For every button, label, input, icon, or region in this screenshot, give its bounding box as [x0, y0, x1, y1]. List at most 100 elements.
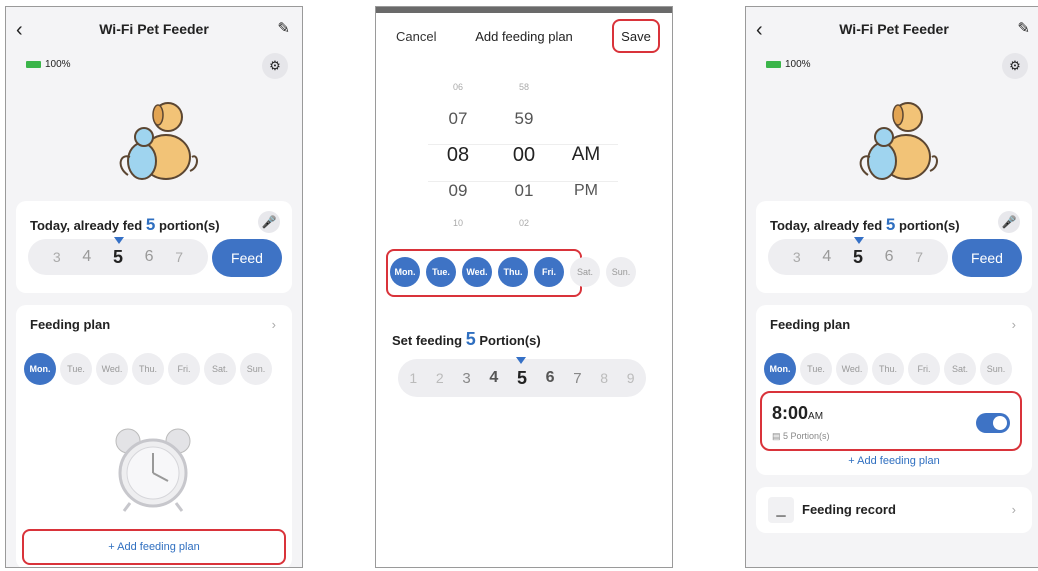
repeat-day-selector: Mon. Tue. Wed. Thu. Fri. Sat. Sun. [390, 257, 636, 287]
minute-wheel[interactable]: 58 59 00 01 02 [506, 73, 542, 237]
battery-status: 100% [26, 59, 71, 70]
battery-icon [766, 61, 781, 68]
picker-option[interactable]: 6 [546, 369, 555, 387]
chevron-right-icon[interactable]: › [272, 317, 276, 332]
picker-option[interactable]: 4 [822, 248, 831, 266]
picker-option[interactable]: 7 [573, 370, 581, 387]
today-count: 5 [885, 215, 896, 234]
dog-cat-illustration [119, 102, 198, 180]
screen-feeder-home-with-plan: ‹ Wi-Fi Pet Feeder ✎ 100% ⚙ Today, alrea… [745, 6, 1038, 568]
feeding-record-card[interactable]: ▁ Feeding record › [756, 487, 1032, 533]
battery-level: 100% [45, 59, 71, 70]
settings-gear-icon[interactable]: ⚙ [1002, 53, 1028, 79]
portion-picker[interactable]: 3 4 5 6 7 [768, 237, 948, 275]
day-thu[interactable]: Thu. [498, 257, 528, 287]
picker-option[interactable]: 7 [175, 249, 183, 265]
hour-option[interactable]: 06 [440, 73, 476, 101]
picker-option[interactable]: 3 [462, 370, 470, 387]
day-sat[interactable]: Sat. [944, 353, 976, 385]
screen-feeder-home: ‹ Wi-Fi Pet Feeder ✎ 100% ⚙ Today, alrea… [5, 6, 303, 568]
portion-picker[interactable]: 3 4 5 6 7 [28, 237, 208, 275]
minute-option-selected[interactable]: 00 [506, 137, 542, 173]
picker-option[interactable]: 1 [409, 370, 417, 386]
microphone-icon[interactable]: 🎤 [258, 211, 280, 233]
picker-option[interactable]: 7 [915, 249, 923, 265]
picker-pointer-icon [516, 357, 526, 364]
ampm-option-selected[interactable]: AM [564, 137, 608, 173]
ampm-wheel[interactable]: AM PM [564, 137, 608, 209]
day-tue[interactable]: Tue. [800, 353, 832, 385]
day-thu[interactable]: Thu. [132, 353, 164, 385]
hour-option-selected[interactable]: 08 [440, 137, 476, 173]
today-suffix: portion(s) [158, 218, 220, 233]
minute-option[interactable]: 02 [506, 209, 542, 237]
day-sat[interactable]: Sat. [570, 257, 600, 287]
microphone-icon[interactable]: 🎤 [998, 211, 1020, 233]
battery-icon [26, 61, 41, 68]
today-count: 5 [145, 215, 156, 234]
screen-add-feeding-plan: Cancel Add feeding plan Save 06 07 08 09… [375, 6, 673, 568]
set-feeding-label: Set feeding 5 Portion(s) [392, 329, 541, 350]
picker-option-selected[interactable]: 5 [113, 247, 123, 268]
day-wed[interactable]: Wed. [462, 257, 492, 287]
save-button[interactable]: Save [612, 19, 660, 53]
today-suffix: portion(s) [898, 218, 960, 233]
minute-option[interactable]: 01 [506, 173, 542, 209]
today-fed-text: Today, already fed 5 portion(s) [30, 215, 220, 235]
picker-option[interactable]: 3 [793, 249, 801, 265]
hour-option[interactable]: 07 [440, 101, 476, 137]
chevron-right-icon[interactable]: › [1012, 317, 1016, 332]
today-card: Today, already fed 5 portion(s) 🎤 3 4 5 … [16, 201, 292, 293]
plan-enabled-toggle[interactable] [976, 413, 1010, 433]
day-tue[interactable]: Tue. [60, 353, 92, 385]
day-wed[interactable]: Wed. [96, 353, 128, 385]
picker-option[interactable]: 6 [885, 248, 894, 266]
picker-option[interactable]: 2 [436, 370, 444, 386]
picker-pointer-icon [114, 237, 124, 244]
edit-pencil-icon[interactable]: ✎ [1017, 19, 1030, 37]
picker-option[interactable]: 6 [145, 248, 154, 266]
day-fri[interactable]: Fri. [534, 257, 564, 287]
picker-option[interactable]: 4 [489, 369, 498, 387]
day-wed[interactable]: Wed. [836, 353, 868, 385]
set-count: 5 [465, 329, 476, 349]
feeding-record-label: Feeding record [802, 502, 896, 517]
feeding-plan-entry[interactable]: 8:00AM ▤ 5 Portion(s) [760, 391, 1022, 451]
add-feeding-plan-button[interactable]: + Add feeding plan [756, 455, 1032, 467]
minute-option[interactable]: 59 [506, 101, 542, 137]
picker-option[interactable]: 9 [627, 370, 635, 386]
portion-picker[interactable]: 1 2 3 4 5 6 7 8 9 [398, 357, 646, 397]
picker-option[interactable]: 8 [600, 370, 608, 386]
day-sun[interactable]: Sun. [980, 353, 1012, 385]
minute-option[interactable]: 58 [506, 73, 542, 101]
hour-option[interactable]: 09 [440, 173, 476, 209]
hour-wheel[interactable]: 06 07 08 09 10 [440, 73, 476, 237]
hour-option[interactable]: 10 [440, 209, 476, 237]
feed-button[interactable]: Feed [952, 239, 1022, 277]
add-feeding-plan-button[interactable]: + Add feeding plan [22, 529, 286, 565]
settings-gear-icon[interactable]: ⚙ [262, 53, 288, 79]
day-selector: Mon. Tue. Wed. Thu. Fri. Sat. Sun. [764, 353, 1012, 385]
day-mon[interactable]: Mon. [764, 353, 796, 385]
day-sat[interactable]: Sat. [204, 353, 236, 385]
dog-cat-illustration [859, 102, 938, 180]
picker-option[interactable]: 3 [53, 249, 61, 265]
entry-time-value: 8:00 [772, 403, 809, 423]
picker-option[interactable]: 4 [82, 248, 91, 266]
edit-pencil-icon[interactable]: ✎ [277, 19, 290, 37]
ampm-option[interactable]: PM [564, 173, 608, 209]
feeder-device-icon: ▁ [768, 497, 794, 523]
picker-option-selected[interactable]: 5 [517, 368, 527, 389]
day-fri[interactable]: Fri. [168, 353, 200, 385]
day-tue[interactable]: Tue. [426, 257, 456, 287]
feed-button[interactable]: Feed [212, 239, 282, 277]
day-mon[interactable]: Mon. [24, 353, 56, 385]
chevron-right-icon[interactable]: › [1012, 502, 1016, 517]
day-sun[interactable]: Sun. [240, 353, 272, 385]
picker-option-selected[interactable]: 5 [853, 247, 863, 268]
day-fri[interactable]: Fri. [908, 353, 940, 385]
day-thu[interactable]: Thu. [872, 353, 904, 385]
day-mon[interactable]: Mon. [390, 257, 420, 287]
day-sun[interactable]: Sun. [606, 257, 636, 287]
feeding-plan-card: Feeding plan › Mon. Tue. Wed. Thu. Fri. … [16, 305, 292, 567]
